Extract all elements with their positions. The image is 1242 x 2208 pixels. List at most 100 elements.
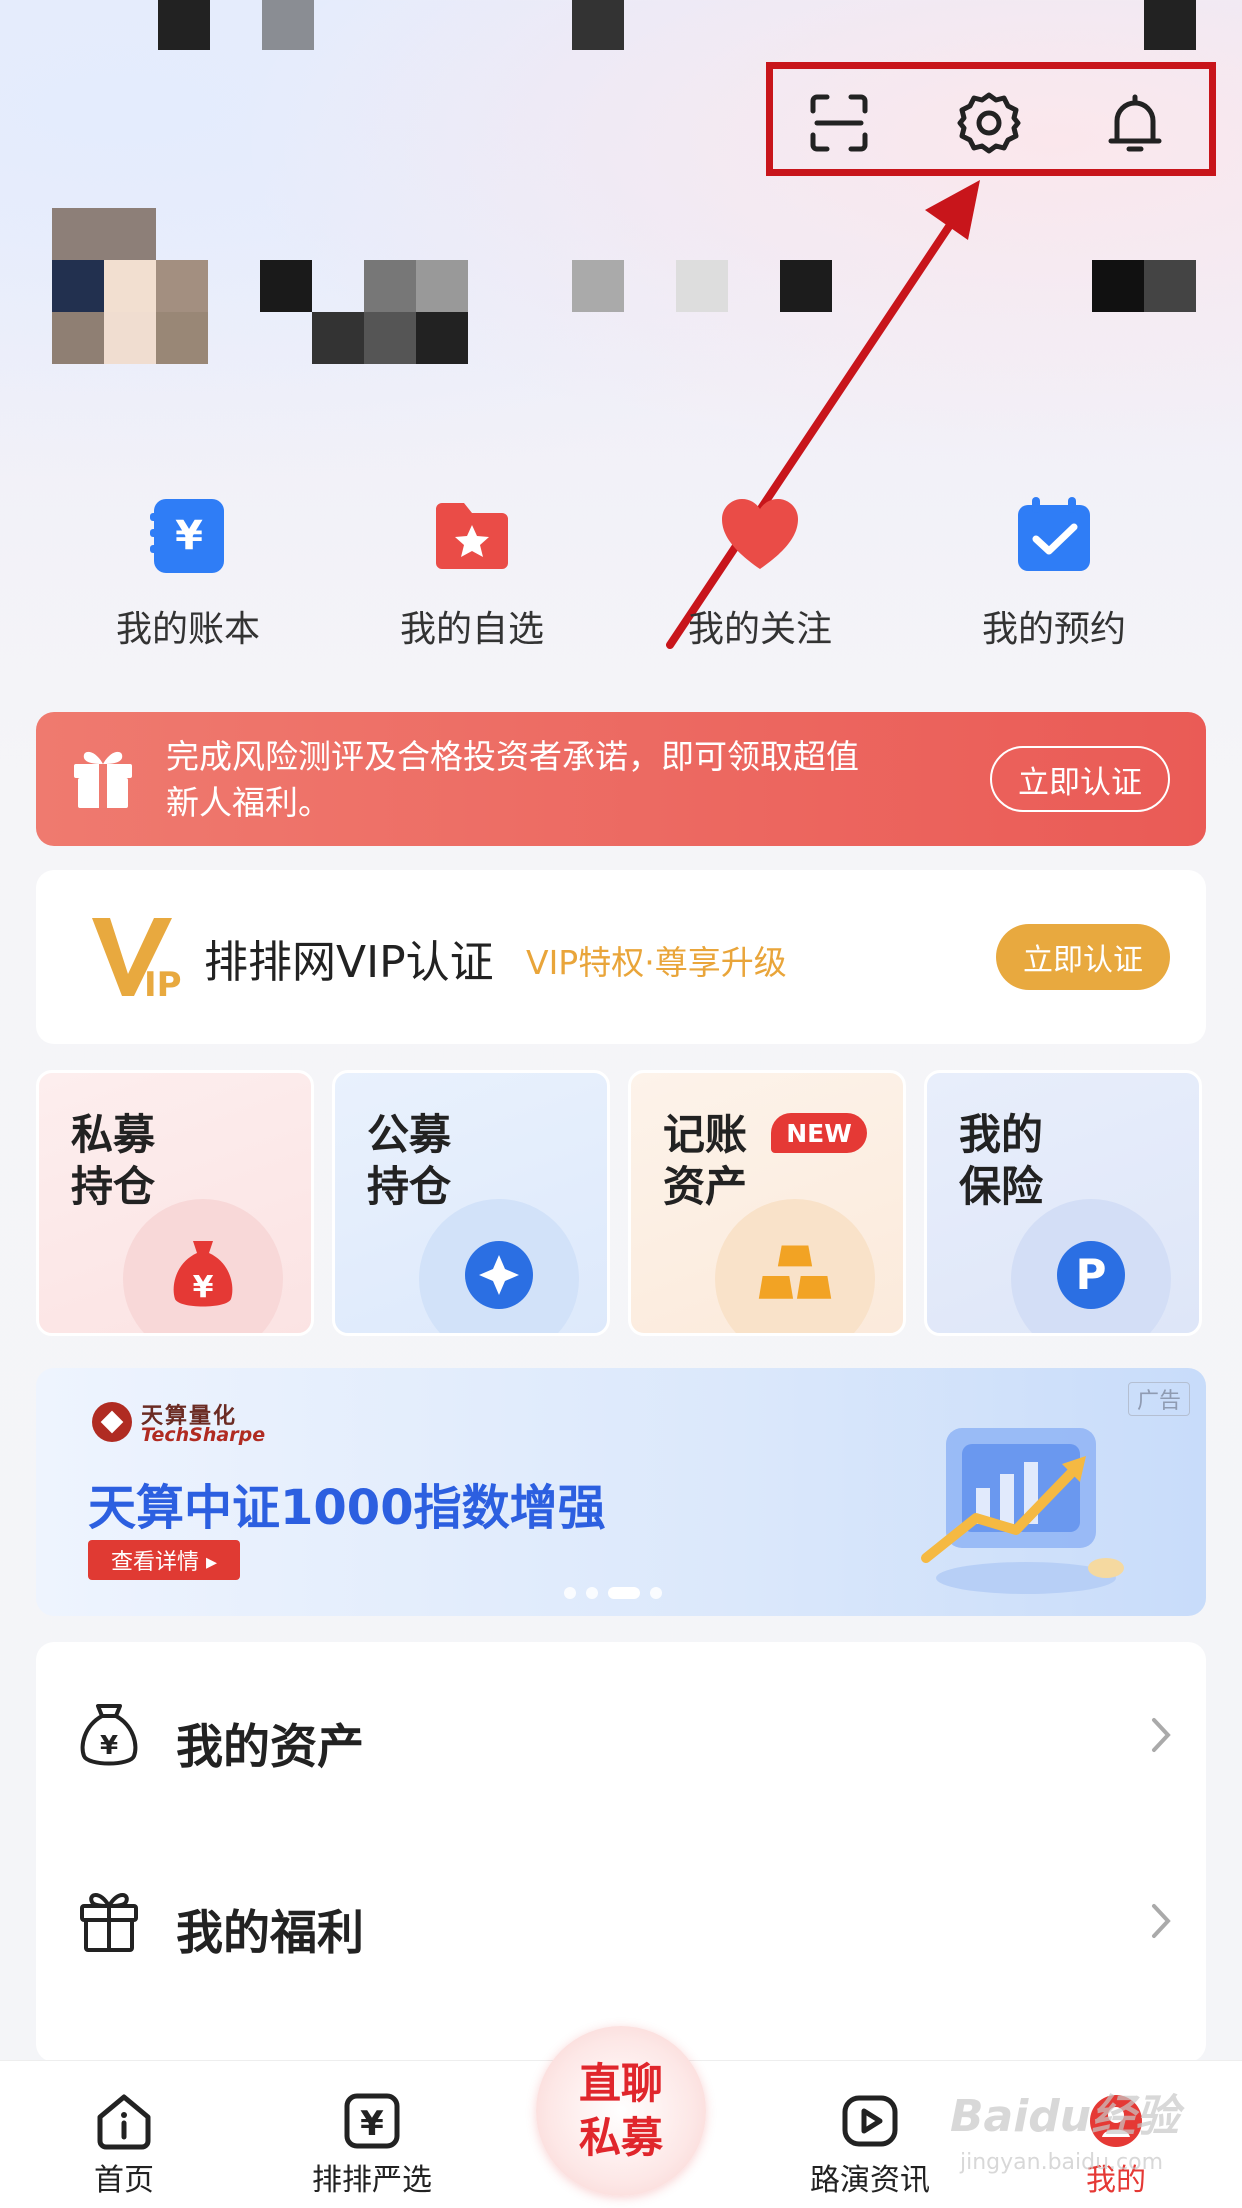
avatar xyxy=(156,260,208,312)
gift-icon xyxy=(76,1886,142,1956)
list-item-my-benefits[interactable]: 我的福利 xyxy=(36,1828,1206,2014)
tab-selection[interactable]: ¥ 排排严选 xyxy=(272,2061,472,2208)
username-redaction xyxy=(364,260,416,312)
tile-bookkeeping-assets[interactable]: 记账 资产 NEW xyxy=(628,1070,906,1336)
ledger-icon: ¥ xyxy=(143,490,233,580)
quick-action-label: 我的关注 xyxy=(687,609,832,650)
compass-icon xyxy=(459,1235,539,1315)
svg-text:¥: ¥ xyxy=(193,1270,214,1305)
techsharpe-logo-icon xyxy=(90,1400,134,1444)
quick-action-watchlist[interactable]: 我的自选 xyxy=(372,480,572,652)
ad-banner[interactable]: 天算量化 TechSharpe 天算中证1000指数增强 查看详情 ▸ 广告 xyxy=(36,1368,1206,1616)
tile-private-fund-holdings[interactable]: 私募 持仓 ¥ xyxy=(36,1070,314,1336)
list-item-label: 我的福利 xyxy=(176,1906,364,1961)
vip-card[interactable]: IP 排排网VIP认证 VIP特权·尊享升级 立即认证 xyxy=(36,870,1206,1044)
svg-text:IP: IP xyxy=(144,965,182,1002)
carousel-dot[interactable] xyxy=(650,1586,662,1599)
tab-label: 排排严选 xyxy=(312,2163,432,2198)
carousel-dot[interactable] xyxy=(586,1586,598,1599)
username-redaction xyxy=(572,260,624,312)
quick-action-appointment[interactable]: 我的预约 xyxy=(954,480,1154,652)
tile-label: 记账 资产 xyxy=(663,1110,748,1211)
tile-public-fund-holdings[interactable]: 公募 持仓 xyxy=(332,1070,610,1336)
carousel-dot[interactable] xyxy=(564,1586,576,1599)
username-redaction xyxy=(416,312,468,364)
watermark-sub: jingyan.baidu.com xyxy=(960,2150,1164,2175)
quick-action-label: 我的自选 xyxy=(399,609,544,650)
list-item-my-assets[interactable]: ¥ 我的资产 xyxy=(36,1642,1206,1828)
chevron-right-icon xyxy=(1146,1710,1176,1760)
new-badge: NEW xyxy=(771,1113,867,1153)
watermark: Baidu经验 xyxy=(950,2091,1180,2142)
status-bar xyxy=(0,0,1242,60)
username-redaction xyxy=(416,260,468,312)
username-redaction xyxy=(312,312,364,364)
username-redaction xyxy=(364,312,416,364)
tab-label: 路演资讯 xyxy=(810,2163,930,2198)
scan-icon[interactable] xyxy=(804,88,874,158)
ad-details-button[interactable]: 查看详情 ▸ xyxy=(88,1540,240,1580)
heart-icon xyxy=(715,490,805,580)
svg-text:P: P xyxy=(1076,1250,1107,1299)
avatar xyxy=(52,260,104,312)
avatar xyxy=(104,312,156,364)
vip-logo: IP xyxy=(88,912,188,1005)
home-icon xyxy=(92,2089,156,2153)
status-redaction xyxy=(572,0,624,50)
tile-my-insurance[interactable]: 我的 保险 P xyxy=(924,1070,1202,1336)
star-folder-icon xyxy=(427,490,517,580)
vip-subtitle: VIP特权·尊享升级 xyxy=(526,943,787,982)
ad-chart-illustration xyxy=(906,1408,1146,1608)
username-redaction xyxy=(1092,260,1144,312)
username-redaction xyxy=(1144,260,1196,312)
avatar xyxy=(52,208,156,260)
center-button-line2: 私募 xyxy=(578,2113,663,2162)
status-redaction xyxy=(1144,0,1196,50)
menu-list: ¥ 我的资产 我的福利 xyxy=(36,1642,1206,2062)
header-actions xyxy=(770,64,1210,174)
list-item-label: 我的资产 xyxy=(176,1720,364,1775)
username-redaction xyxy=(780,260,832,312)
tile-label: 公募 持仓 xyxy=(367,1110,452,1211)
tab-roadshow[interactable]: 路演资讯 xyxy=(770,2061,970,2208)
tile-label: 我的 保险 xyxy=(959,1110,1044,1211)
insurance-p-icon: P xyxy=(1051,1235,1131,1315)
bell-icon[interactable] xyxy=(1100,88,1170,158)
avatar xyxy=(52,312,104,364)
svg-text:¥: ¥ xyxy=(100,1731,118,1761)
yuan-icon: ¥ xyxy=(340,2089,404,2153)
risk-verify-button[interactable]: 立即认证 xyxy=(990,746,1170,812)
status-redaction xyxy=(262,0,314,50)
play-icon xyxy=(838,2089,902,2153)
calendar-check-icon xyxy=(1009,490,1099,580)
username-redaction xyxy=(260,260,312,312)
quick-action-ledger[interactable]: ¥ 我的账本 xyxy=(88,480,288,652)
money-bag-icon: ¥ xyxy=(76,1700,142,1770)
svg-text:¥: ¥ xyxy=(360,2104,384,2144)
avatar xyxy=(104,260,156,312)
ad-title: 天算中证1000指数增强 xyxy=(88,1480,606,1536)
quick-action-label: 我的预约 xyxy=(981,609,1126,650)
vip-verify-button[interactable]: 立即认证 xyxy=(996,924,1170,990)
gift-icon xyxy=(70,742,136,812)
svg-text:¥: ¥ xyxy=(175,513,203,559)
avatar xyxy=(156,312,208,364)
quick-action-follow[interactable]: 我的关注 xyxy=(660,480,860,652)
carousel-dots xyxy=(564,1582,672,1601)
tab-home[interactable]: 首页 xyxy=(24,2061,224,2208)
risk-assessment-banner[interactable]: 完成风险测评及合格投资者承诺，即可领取超值新人福利。 立即认证 xyxy=(36,712,1206,846)
vip-title: 排排网VIP认证 xyxy=(204,937,494,988)
quick-actions: ¥ 我的账本 我的自选 我的关注 我的预约 xyxy=(0,480,1242,650)
chat-private-fund-button[interactable]: 直聊 私募 xyxy=(536,2026,706,2196)
chevron-right-icon xyxy=(1146,1896,1176,1946)
ad-brand-english: TechSharpe xyxy=(141,1424,266,1446)
status-redaction xyxy=(158,0,210,50)
carousel-dot-active[interactable] xyxy=(608,1586,640,1599)
username-redaction xyxy=(676,260,728,312)
risk-banner-text: 完成风险测评及合格投资者承诺，即可领取超值新人福利。 xyxy=(166,737,859,822)
holdings-tiles: 私募 持仓 ¥ 公募 持仓 记账 资产 NEW 我的 保险 P xyxy=(36,1070,1206,1336)
tile-label: 私募 持仓 xyxy=(71,1110,156,1211)
money-bag-icon: ¥ xyxy=(163,1235,243,1315)
gear-icon[interactable] xyxy=(954,88,1024,158)
tab-label: 首页 xyxy=(94,2163,154,2198)
